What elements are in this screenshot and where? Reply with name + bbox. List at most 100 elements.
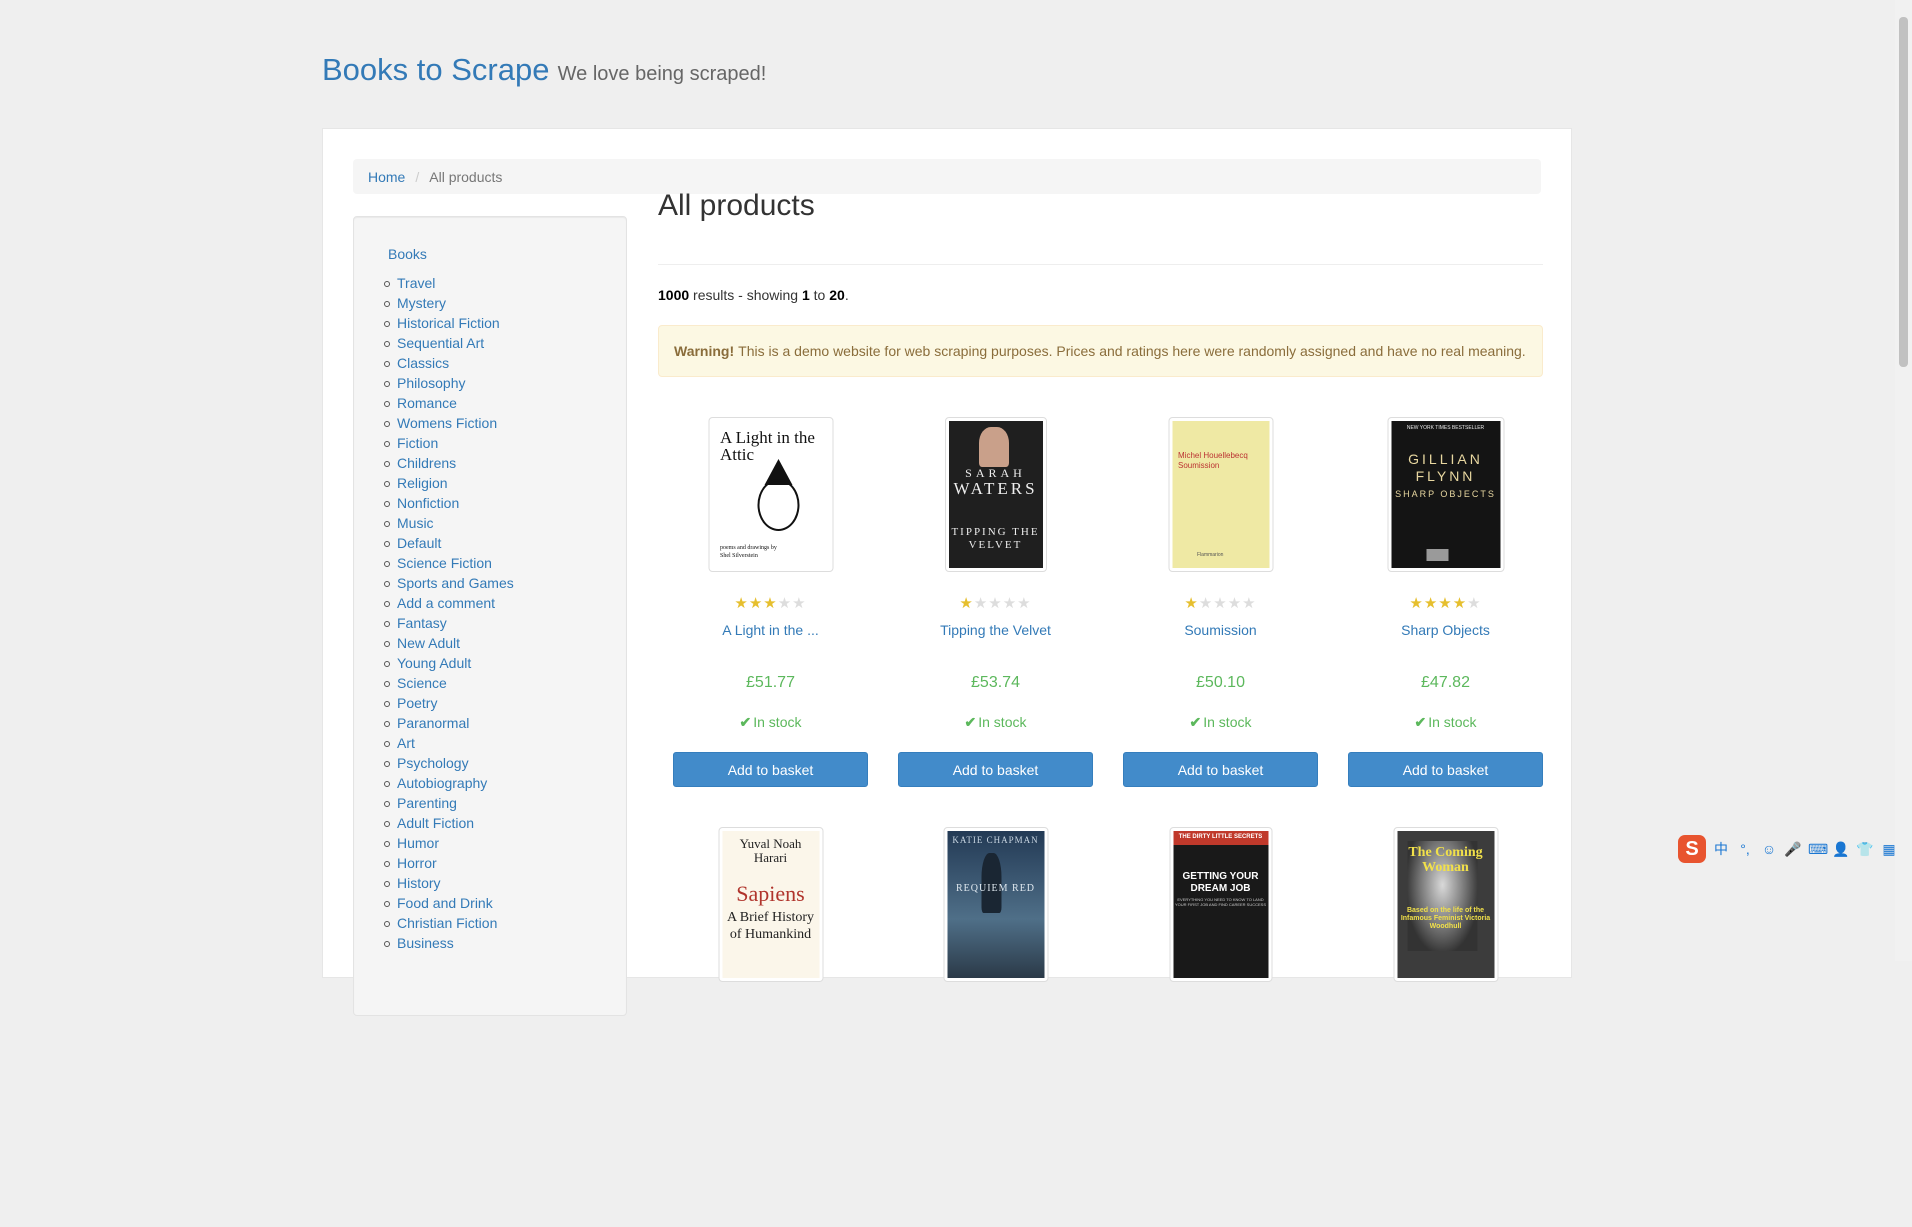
results-text-to: to bbox=[809, 287, 830, 303]
breadcrumb-home-link[interactable]: Home bbox=[368, 169, 405, 185]
category-link[interactable]: Mystery bbox=[397, 295, 446, 311]
category-link[interactable]: New Adult bbox=[397, 635, 460, 651]
category-item: Sequential Art bbox=[384, 335, 514, 355]
product-title-link[interactable]: Sharp Objects bbox=[1333, 622, 1558, 638]
category-link[interactable]: Travel bbox=[397, 275, 435, 291]
add-to-basket-button[interactable]: Add to basket bbox=[1123, 752, 1318, 787]
category-link[interactable]: Business bbox=[397, 935, 454, 951]
add-to-basket-button[interactable]: Add to basket bbox=[673, 752, 868, 787]
category-link[interactable]: Paranormal bbox=[397, 715, 469, 731]
category-link[interactable]: Food and Drink bbox=[397, 895, 493, 911]
product-title-link[interactable]: Tipping the Velvet bbox=[883, 622, 1108, 638]
title-divider bbox=[658, 264, 1543, 265]
category-link[interactable]: History bbox=[397, 875, 441, 891]
category-link[interactable]: Nonfiction bbox=[397, 495, 459, 511]
category-link[interactable]: Historical Fiction bbox=[397, 315, 500, 331]
product-card: A Light in the Attic poems and drawings … bbox=[658, 417, 883, 817]
keyboard-icon[interactable]: ⌨ bbox=[1808, 841, 1828, 858]
star-filled-icon: ★ bbox=[734, 595, 749, 612]
category-item: Humor bbox=[384, 835, 514, 855]
category-link[interactable]: Romance bbox=[397, 395, 457, 411]
category-item: Womens Fiction bbox=[384, 415, 514, 435]
category-link[interactable]: Humor bbox=[397, 835, 439, 851]
product-card: The Coming Woman Based on the life of th… bbox=[1333, 827, 1558, 1227]
category-link[interactable]: Fiction bbox=[397, 435, 438, 451]
cover-title: SHARP OBJECTS bbox=[1395, 489, 1496, 499]
category-item: Classics bbox=[384, 355, 514, 375]
category-item: Psychology bbox=[384, 755, 514, 775]
category-link[interactable]: Fantasy bbox=[397, 615, 447, 631]
add-to-basket-button[interactable]: Add to basket bbox=[1348, 752, 1543, 787]
category-link[interactable]: Religion bbox=[397, 475, 448, 491]
category-link[interactable]: Science Fiction bbox=[397, 555, 492, 571]
star-rating: ★★★★★ bbox=[883, 594, 1108, 612]
category-link[interactable]: Parenting bbox=[397, 795, 457, 811]
add-to-basket-button[interactable]: Add to basket bbox=[898, 752, 1093, 787]
scrollbar-thumb[interactable] bbox=[1899, 17, 1908, 367]
category-link[interactable]: Sports and Games bbox=[397, 575, 514, 591]
book-cover-image: Michel Houellebecq Soumission Flammarion bbox=[1172, 421, 1269, 568]
star-filled-icon: ★ bbox=[763, 595, 778, 612]
star-rating: ★★★★★ bbox=[1108, 594, 1333, 612]
category-link[interactable]: Young Adult bbox=[397, 655, 471, 671]
star-filled-icon: ★ bbox=[1409, 595, 1424, 612]
language-toggle[interactable]: 中 bbox=[1712, 839, 1730, 859]
category-link[interactable]: Science bbox=[397, 675, 447, 691]
category-link[interactable]: Psychology bbox=[397, 755, 469, 771]
product-title-link[interactable]: Soumission bbox=[1108, 622, 1333, 638]
microphone-icon[interactable]: 🎤 bbox=[1784, 841, 1802, 858]
star-empty-icon: ★ bbox=[1242, 595, 1257, 612]
category-link[interactable]: Music bbox=[397, 515, 434, 531]
punctuation-icon[interactable]: °, bbox=[1736, 841, 1754, 857]
category-sidebar: Books Travel Mystery Historical Fiction Seq… bbox=[353, 216, 627, 1016]
product-thumbnail-link[interactable]: Michel Houellebecq Soumission Flammarion bbox=[1168, 417, 1273, 572]
product-thumbnail-link[interactable]: NEW YORK TIMES BESTSELLER GILLIAN FLYNN … bbox=[1387, 417, 1504, 572]
category-link[interactable]: Horror bbox=[397, 855, 437, 871]
cover-title: GETTING YOUR DREAM JOB bbox=[1182, 871, 1259, 894]
category-link[interactable]: Childrens bbox=[397, 455, 456, 471]
emoji-icon[interactable]: ☺ bbox=[1760, 841, 1778, 857]
checkmark-icon: ✔ bbox=[739, 714, 752, 730]
star-empty-icon: ★ bbox=[973, 595, 989, 612]
star-filled-icon: ★ bbox=[1438, 595, 1453, 612]
product-thumbnail-link[interactable]: SARAH WATERS TIPPING THE VELVET bbox=[944, 417, 1047, 572]
category-item: Business bbox=[384, 935, 514, 955]
vertical-scrollbar[interactable] bbox=[1895, 0, 1912, 961]
category-link[interactable]: Add a comment bbox=[397, 595, 495, 611]
product-title-link[interactable]: A Light in the ... bbox=[658, 622, 883, 638]
category-link[interactable]: Adult Fiction bbox=[397, 815, 474, 831]
product-price: £47.82 bbox=[1421, 674, 1470, 691]
cover-title: REQUIEM RED bbox=[955, 883, 1036, 894]
cover-illustration bbox=[978, 427, 1009, 467]
star-empty-icon: ★ bbox=[777, 595, 793, 612]
category-link[interactable]: Womens Fiction bbox=[397, 415, 497, 431]
star-rating: ★★★★★ bbox=[658, 594, 883, 612]
category-link[interactable]: Poetry bbox=[397, 695, 437, 711]
product-thumbnail-link[interactable]: THE DIRTY LITTLE SECRETS GETTING YOUR DR… bbox=[1169, 827, 1272, 982]
sidebar-books-link[interactable]: Books bbox=[388, 246, 427, 262]
product-card: NEW YORK TIMES BESTSELLER GILLIAN FLYNN … bbox=[1333, 417, 1558, 817]
category-link[interactable]: Autobiography bbox=[397, 775, 487, 791]
category-link[interactable]: Philosophy bbox=[397, 375, 466, 391]
product-thumbnail-link[interactable]: A Light in the Attic poems and drawings … bbox=[708, 417, 833, 572]
category-link[interactable]: Classics bbox=[397, 355, 449, 371]
category-item: Paranormal bbox=[384, 715, 514, 735]
star-empty-icon: ★ bbox=[988, 595, 1003, 612]
cover-illustration bbox=[1426, 549, 1448, 561]
sogou-logo-icon[interactable]: S bbox=[1678, 835, 1706, 863]
product-card: THE DIRTY LITTLE SECRETS GETTING YOUR DR… bbox=[1108, 827, 1333, 1227]
category-item: Adult Fiction bbox=[384, 815, 514, 835]
category-link[interactable]: Default bbox=[397, 535, 441, 551]
brand-link[interactable]: Books to Scrape bbox=[322, 52, 549, 87]
product-thumbnail-link[interactable]: KATIE CHAPMAN REQUIEM RED bbox=[943, 827, 1048, 982]
user-icon[interactable]: 👤 bbox=[1832, 841, 1850, 858]
results-to: 20 bbox=[829, 287, 845, 303]
category-link[interactable]: Sequential Art bbox=[397, 335, 484, 351]
product-thumbnail-link[interactable]: Yuval Noah Harari Sapiens A Brief Histor… bbox=[718, 827, 823, 982]
skin-icon[interactable]: 👕 bbox=[1856, 841, 1874, 858]
category-item: Fantasy bbox=[384, 615, 514, 635]
category-link[interactable]: Art bbox=[397, 735, 415, 751]
category-link[interactable]: Christian Fiction bbox=[397, 915, 497, 931]
product-thumbnail-link[interactable]: The Coming Woman Based on the life of th… bbox=[1393, 827, 1498, 982]
product-price: £51.77 bbox=[746, 674, 795, 691]
